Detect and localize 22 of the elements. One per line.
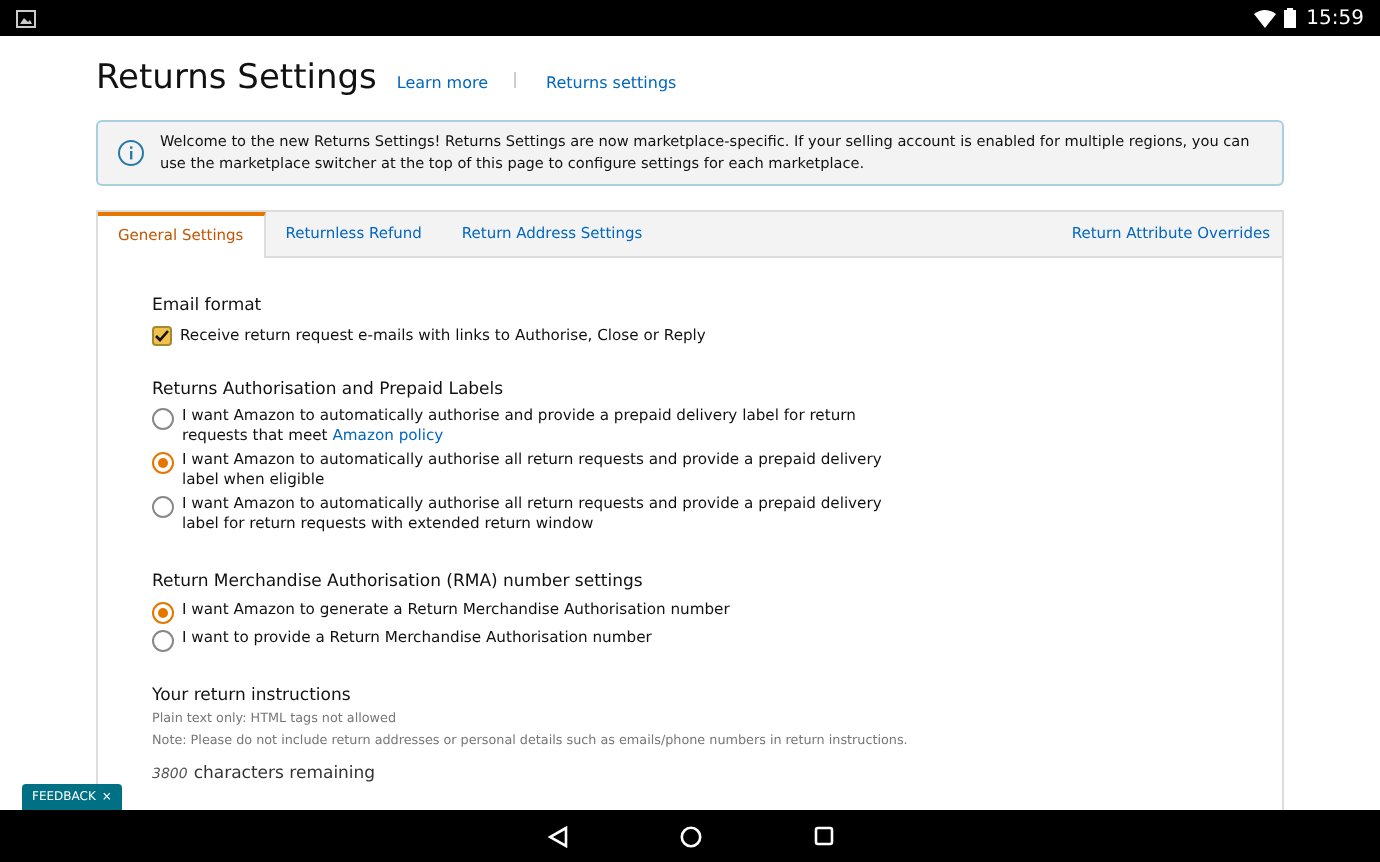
radio-button[interactable] — [152, 408, 174, 431]
back-icon[interactable] — [547, 825, 567, 847]
header-link[interactable]: Returns settings — [546, 72, 677, 96]
section-heading: Returns Authorisation and Prepaid Labels — [152, 377, 506, 403]
radio-button[interactable] — [152, 630, 174, 653]
info-icon — [118, 139, 144, 165]
wifi-icon — [1254, 9, 1277, 27]
home-icon[interactable] — [679, 825, 701, 847]
header-link[interactable]: Learn more — [396, 72, 489, 96]
section-heading: Email format — [152, 293, 264, 319]
checkbox[interactable] — [152, 325, 172, 346]
image-icon — [16, 9, 36, 27]
page-title: Returns Settings — [96, 56, 377, 102]
radio-button[interactable] — [152, 496, 174, 519]
radio-button[interactable] — [152, 452, 174, 475]
recents-icon[interactable] — [813, 826, 833, 846]
count-label: characters remaining — [193, 762, 376, 788]
battery-icon — [1284, 8, 1297, 28]
section-heading: Your return instructions — [152, 684, 353, 710]
section-heading: Return Merchandise Authorisation (RMA) number settings — [152, 570, 645, 597]
radio-button[interactable] — [152, 602, 174, 625]
clock-time: 15:59 — [1306, 5, 1364, 33]
